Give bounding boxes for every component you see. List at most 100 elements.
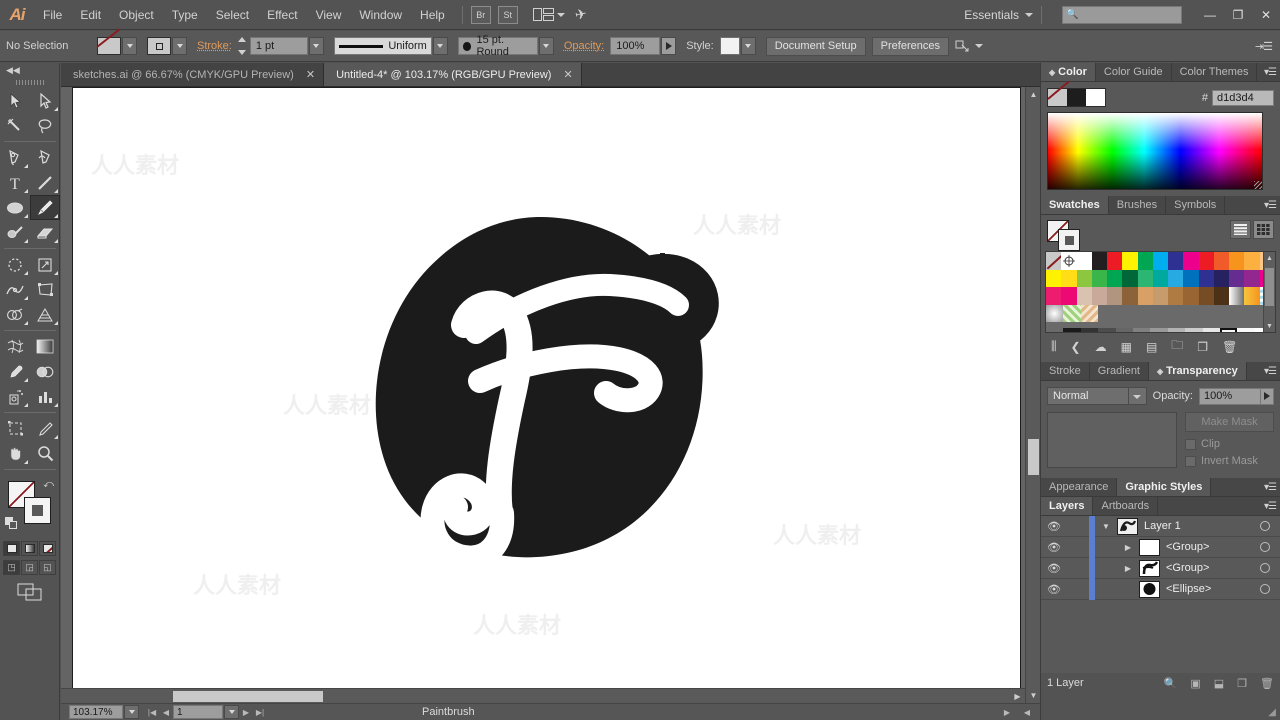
invert-mask-checkbox[interactable] xyxy=(1185,455,1196,467)
scroll-up-icon[interactable]: ▲ xyxy=(1026,87,1041,102)
visibility-toggle-icon[interactable]: 👁 xyxy=(1041,541,1067,554)
stroke-color-control[interactable] xyxy=(147,37,187,55)
target-indicator[interactable] xyxy=(1250,521,1280,531)
fill-color-control[interactable] xyxy=(97,37,137,55)
canvas-horizontal-scrollbar[interactable]: ▶ xyxy=(61,688,1025,703)
swatches-scrollbar[interactable]: ▲ ▼ xyxy=(1263,252,1275,332)
close-button[interactable]: ✕ xyxy=(1252,4,1280,26)
canvas-vertical-scrollbar[interactable]: ▲ ▼ xyxy=(1025,87,1040,703)
menu-select[interactable]: Select xyxy=(207,0,258,30)
drawing-mode-inside[interactable]: ◱ xyxy=(39,560,56,575)
swatch-item[interactable] xyxy=(1244,269,1260,287)
artboard-dropdown[interactable] xyxy=(224,705,239,719)
curvature-tool[interactable] xyxy=(30,145,60,170)
control-panel-menu-icon[interactable]: ⇥☰ xyxy=(1255,40,1273,53)
visibility-toggle-icon[interactable]: 👁 xyxy=(1041,583,1067,596)
swatch-item[interactable] xyxy=(1152,252,1169,270)
artboard[interactable]: 人人素材 人人素材 人人素材 人人素材 人人素材 人人素材 M 人人素材 xyxy=(72,87,1021,692)
color-chip-white[interactable] xyxy=(1086,89,1105,106)
drawing-mode-behind[interactable]: ◲ xyxy=(21,560,38,575)
artboard-tool[interactable] xyxy=(0,416,30,441)
expand-triangle-icon[interactable]: ▶ xyxy=(1117,543,1139,552)
swatch-item[interactable] xyxy=(1185,328,1203,332)
swatch-item[interactable] xyxy=(1168,287,1184,305)
tab-appearance[interactable]: Appearance xyxy=(1041,478,1118,496)
visibility-toggle-icon[interactable]: 👁 xyxy=(1041,520,1067,533)
color-chip-black[interactable] xyxy=(1067,89,1086,106)
swatch-options-icon[interactable]: ▤ xyxy=(1146,340,1157,354)
close-icon[interactable]: ✕ xyxy=(563,68,572,81)
layer-row-ellipse[interactable]: 👁 <Ellipse> xyxy=(1041,578,1280,600)
swatch-item[interactable] xyxy=(1137,252,1153,270)
swatch-pattern[interactable] xyxy=(1080,304,1099,322)
color-chips[interactable] xyxy=(1047,88,1106,107)
mesh-tool[interactable] xyxy=(0,334,30,359)
none-mode-button[interactable] xyxy=(39,541,56,556)
swatch-item[interactable] xyxy=(1229,269,1245,287)
tab-stroke[interactable]: Stroke xyxy=(1041,362,1090,380)
menu-help[interactable]: Help xyxy=(411,0,454,30)
swatches-fill-stroke[interactable] xyxy=(1047,220,1089,251)
transparency-panel-menu-icon[interactable]: ▾☰ xyxy=(1264,366,1277,377)
scroll-down-icon[interactable]: ▼ xyxy=(1264,320,1275,332)
swatch-item[interactable] xyxy=(1137,287,1153,305)
scroll-right-icon[interactable]: ▶ xyxy=(1010,689,1025,704)
drawing-mode-normal[interactable]: ◳ xyxy=(3,560,20,575)
delete-swatch-icon[interactable]: 🗑 xyxy=(1222,340,1237,354)
change-screen-mode-button[interactable] xyxy=(0,583,59,602)
swatch-item[interactable] xyxy=(1137,269,1153,287)
swatches-panel-menu-icon[interactable]: ▾☰ xyxy=(1264,200,1277,211)
layer-name[interactable]: <Ellipse> xyxy=(1166,583,1211,595)
swatch-gradient[interactable] xyxy=(1046,304,1064,322)
swatch-libraries-icon[interactable]: ⫼ xyxy=(1051,339,1057,354)
swatch-item[interactable] xyxy=(1122,269,1138,287)
hand-tool[interactable] xyxy=(0,441,30,466)
lasso-tool[interactable] xyxy=(30,113,60,138)
swatch-item[interactable] xyxy=(1202,328,1220,332)
swatch-registration[interactable] xyxy=(1061,252,1077,270)
graphic-style-dropdown[interactable] xyxy=(740,37,756,55)
swatch-item[interactable] xyxy=(1091,287,1108,305)
expand-triangle-icon[interactable]: ▼ xyxy=(1095,522,1117,531)
swatch-item[interactable] xyxy=(1167,328,1186,332)
bridge-icon[interactable]: Br xyxy=(470,5,491,24)
tab-color-guide[interactable]: Color Guide xyxy=(1096,63,1172,81)
menu-edit[interactable]: Edit xyxy=(71,0,110,30)
new-color-group-icon[interactable]: 🗀 xyxy=(1171,336,1183,357)
line-segment-tool[interactable] xyxy=(30,170,60,195)
preferences-button[interactable]: Preferences xyxy=(871,36,949,56)
stroke-color-swatch[interactable] xyxy=(24,497,51,524)
ellipse-tool[interactable] xyxy=(0,195,30,220)
color-panel-menu-icon[interactable]: ▾☰ xyxy=(1264,67,1277,78)
free-transform-tool[interactable] xyxy=(30,277,60,302)
swatch-item[interactable] xyxy=(1152,287,1169,305)
visibility-toggle-icon[interactable]: 👁 xyxy=(1041,562,1067,575)
stroke-weight-label[interactable]: Stroke: xyxy=(197,40,232,52)
swatch-item[interactable] xyxy=(1237,328,1255,332)
tab-graphic-styles[interactable]: Graphic Styles xyxy=(1117,478,1212,496)
opacity-flyout[interactable] xyxy=(1261,387,1274,405)
search-input[interactable]: 🔍 xyxy=(1062,5,1182,24)
graphic-style-swatch[interactable] xyxy=(719,37,740,55)
grid-view-button[interactable] xyxy=(1253,220,1274,239)
tab-gradient[interactable]: Gradient xyxy=(1090,362,1149,380)
tools-collapse-button[interactable]: ◀◀ xyxy=(0,63,59,77)
make-mask-button[interactable]: Make Mask xyxy=(1185,412,1274,432)
document-setup-button[interactable]: Document Setup xyxy=(765,36,866,56)
scroll-down-icon[interactable]: ▼ xyxy=(1026,688,1041,703)
tab-color[interactable]: ◈ Color xyxy=(1041,63,1096,81)
swatch-gradient[interactable] xyxy=(1229,287,1245,305)
swatch-pattern[interactable] xyxy=(1063,304,1081,322)
make-sublayer-icon[interactable]: ▣ xyxy=(1190,677,1200,690)
gradient-tool[interactable] xyxy=(30,334,60,359)
eyedropper-tool[interactable] xyxy=(0,359,30,384)
stock-icon[interactable]: St xyxy=(497,5,518,24)
swatch-item[interactable] xyxy=(1091,252,1108,270)
stroke-swatch[interactable] xyxy=(147,37,171,55)
zoom-level-field[interactable]: 103.17% xyxy=(69,705,123,719)
tab-transparency[interactable]: ◈ Transparency xyxy=(1149,362,1247,380)
document-tab-sketches[interactable]: sketches.ai @ 66.67% (CMYK/GPU Preview) … xyxy=(61,63,325,86)
tab-symbols[interactable]: Symbols xyxy=(1166,196,1226,214)
swatch-item[interactable] xyxy=(1168,269,1184,287)
swatch-gradient[interactable] xyxy=(1244,287,1260,305)
